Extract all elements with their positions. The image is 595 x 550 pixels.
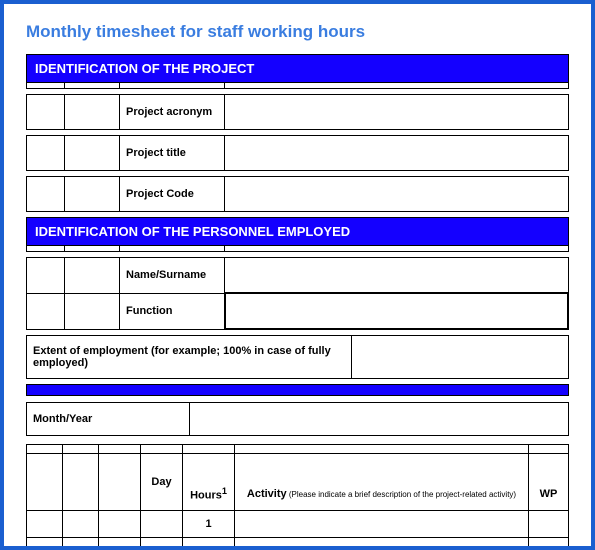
section2-header: IDENTIFICATION OF THE PERSONNEL EMPLOYED (27, 218, 569, 246)
header-hours: Hours1 (183, 478, 235, 511)
row-day-2: 2 (183, 538, 235, 550)
cell-blank (27, 258, 65, 294)
label-name-surname: Name/Surname (120, 258, 225, 294)
header-activity-text: Activity (247, 488, 287, 500)
cell-blank (65, 293, 120, 329)
header-hours-sup: 1 (222, 486, 227, 496)
label-month-year: Month/Year (27, 403, 190, 436)
personnel-identification-table: IDENTIFICATION OF THE PERSONNEL EMPLOYED… (26, 217, 569, 335)
month-year-table: Month/Year (26, 402, 569, 436)
cell-blank (235, 454, 529, 479)
row-activity-1 (235, 511, 529, 538)
row-day-1: 1 (183, 511, 235, 538)
document-frame: Monthly timesheet for staff working hour… (0, 0, 595, 550)
value-project-acronym (225, 95, 569, 130)
label-project-acronym: Project acronym (120, 95, 225, 130)
value-project-title (225, 136, 569, 171)
project-identification-table: IDENTIFICATION OF THE PROJECT Project ac… (26, 54, 569, 217)
value-name-surname (225, 258, 569, 294)
cell-blank (65, 136, 120, 171)
header-day: Day (141, 454, 183, 511)
cell-blank (529, 454, 569, 479)
cell-blank (65, 258, 120, 294)
row-wp-1 (529, 511, 569, 538)
value-month-year (189, 403, 568, 436)
header-activity-note: (Please indicate a brief description of … (287, 490, 516, 499)
cell-blank (27, 136, 65, 171)
section1-header: IDENTIFICATION OF THE PROJECT (27, 55, 569, 83)
label-project-code: Project Code (120, 177, 225, 212)
cell-blank (27, 177, 65, 212)
blue-divider (26, 384, 569, 396)
hours-grid-table: Day Hours1 Activity (Please indicate a b… (26, 444, 569, 550)
header-wp: WP (529, 478, 569, 511)
value-function (225, 293, 569, 329)
cell-blank (65, 95, 120, 130)
label-project-title: Project title (120, 136, 225, 171)
row-wp-2 (529, 538, 569, 550)
extent-employment-table: Extent of employment (for example; 100% … (26, 335, 569, 379)
document-content: Monthly timesheet for staff working hour… (4, 4, 591, 550)
cell-blank (65, 177, 120, 212)
label-extent-employment: Extent of employment (for example; 100% … (27, 336, 352, 379)
value-project-code (225, 177, 569, 212)
cell-blank (183, 454, 235, 479)
header-hours-text: Hours (190, 490, 222, 502)
header-activity: Activity (Please indicate a brief descri… (235, 478, 529, 511)
row-activity-2 (235, 538, 529, 550)
blue-strip (27, 385, 569, 396)
cell-blank (27, 293, 65, 329)
value-extent-employment (352, 336, 569, 379)
page-title: Monthly timesheet for staff working hour… (26, 22, 569, 42)
cell-blank (99, 454, 141, 511)
cell-blank (63, 454, 99, 511)
cell-blank (27, 454, 63, 511)
label-function: Function (120, 293, 225, 329)
cell-blank (27, 95, 65, 130)
